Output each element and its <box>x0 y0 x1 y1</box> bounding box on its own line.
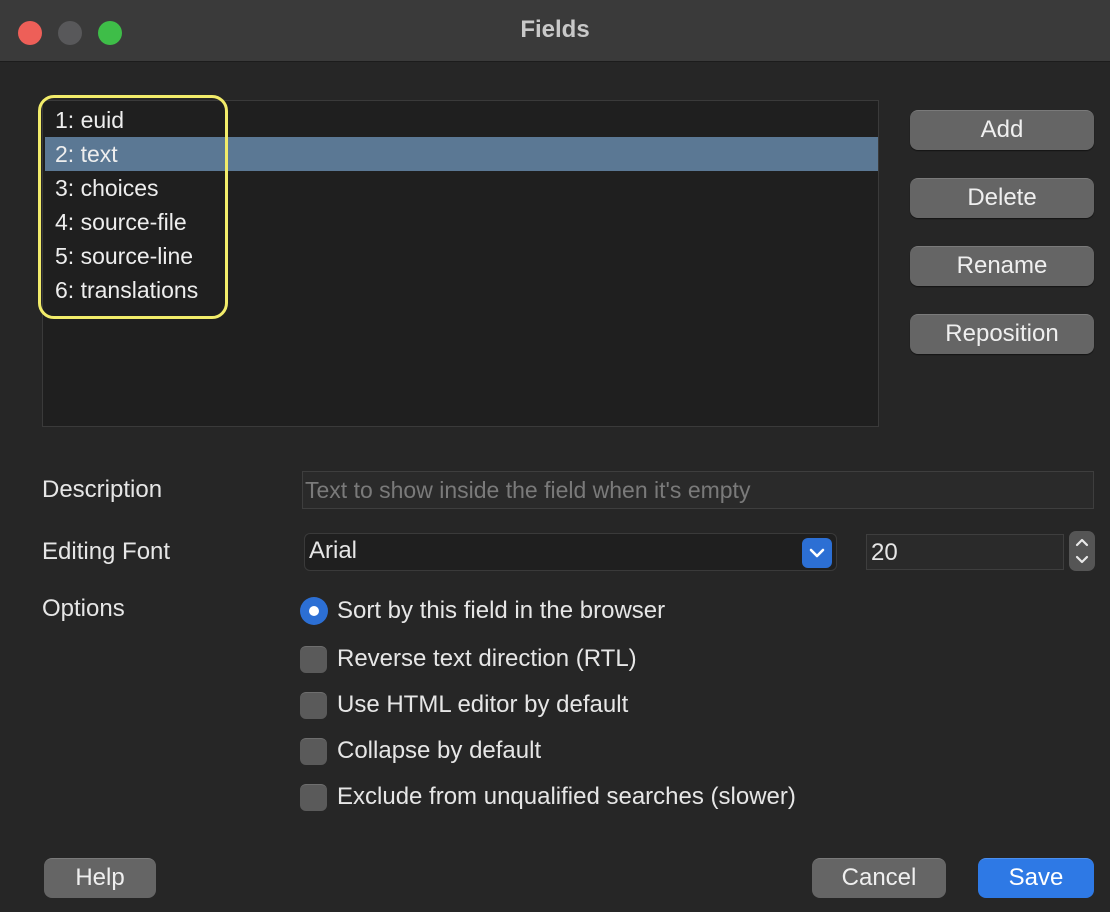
description-input[interactable] <box>302 471 1094 509</box>
html-editor-option-label: Use HTML editor by default <box>337 691 629 718</box>
add-button[interactable]: Add <box>910 110 1094 150</box>
options-label: Options <box>42 595 125 622</box>
exclude-option-label: Exclude from unqualified searches (slowe… <box>337 783 796 810</box>
collapse-option-label: Collapse by default <box>337 737 542 764</box>
save-button[interactable]: Save <box>978 858 1094 898</box>
cancel-button[interactable]: Cancel <box>812 858 946 898</box>
font-size-stepper[interactable] <box>1069 531 1095 571</box>
delete-button[interactable]: Delete <box>910 178 1094 218</box>
radio-dot <box>309 606 319 616</box>
chevron-down-icon[interactable] <box>802 538 832 568</box>
reposition-button[interactable]: Reposition <box>910 314 1094 354</box>
field-list-item[interactable]: 6: translations <box>45 273 878 307</box>
sort-option-label: Sort by this field in the browser <box>337 597 666 624</box>
rename-button[interactable]: Rename <box>910 246 1094 286</box>
sort-radio[interactable] <box>300 597 328 625</box>
window-title: Fields <box>520 16 590 43</box>
editing-font-label: Editing Font <box>42 538 171 565</box>
field-list-item[interactable]: 5: source-line <box>45 239 878 273</box>
chevron-down-icon[interactable] <box>1075 555 1089 565</box>
description-label: Description <box>42 476 163 503</box>
field-list[interactable]: 1: euid 2: text 3: choices 4: source-fil… <box>42 100 879 427</box>
rtl-checkbox[interactable] <box>300 646 327 673</box>
font-select[interactable]: Arial <box>304 533 837 571</box>
font-select-value: Arial <box>309 537 358 564</box>
field-list-item[interactable]: 3: choices <box>45 171 878 205</box>
font-size-input[interactable]: 20 <box>866 534 1064 570</box>
rtl-option-label: Reverse text direction (RTL) <box>337 645 637 672</box>
field-list-item[interactable]: 1: euid <box>45 103 878 137</box>
title-bar: Fields <box>0 0 1110 62</box>
collapse-checkbox[interactable] <box>300 738 327 765</box>
chevron-up-icon[interactable] <box>1075 537 1089 547</box>
field-list-item-selected[interactable]: 2: text <box>45 137 878 171</box>
exclude-checkbox[interactable] <box>300 784 327 811</box>
field-list-item[interactable]: 4: source-file <box>45 205 878 239</box>
help-button[interactable]: Help <box>44 858 156 898</box>
html-editor-checkbox[interactable] <box>300 692 327 719</box>
